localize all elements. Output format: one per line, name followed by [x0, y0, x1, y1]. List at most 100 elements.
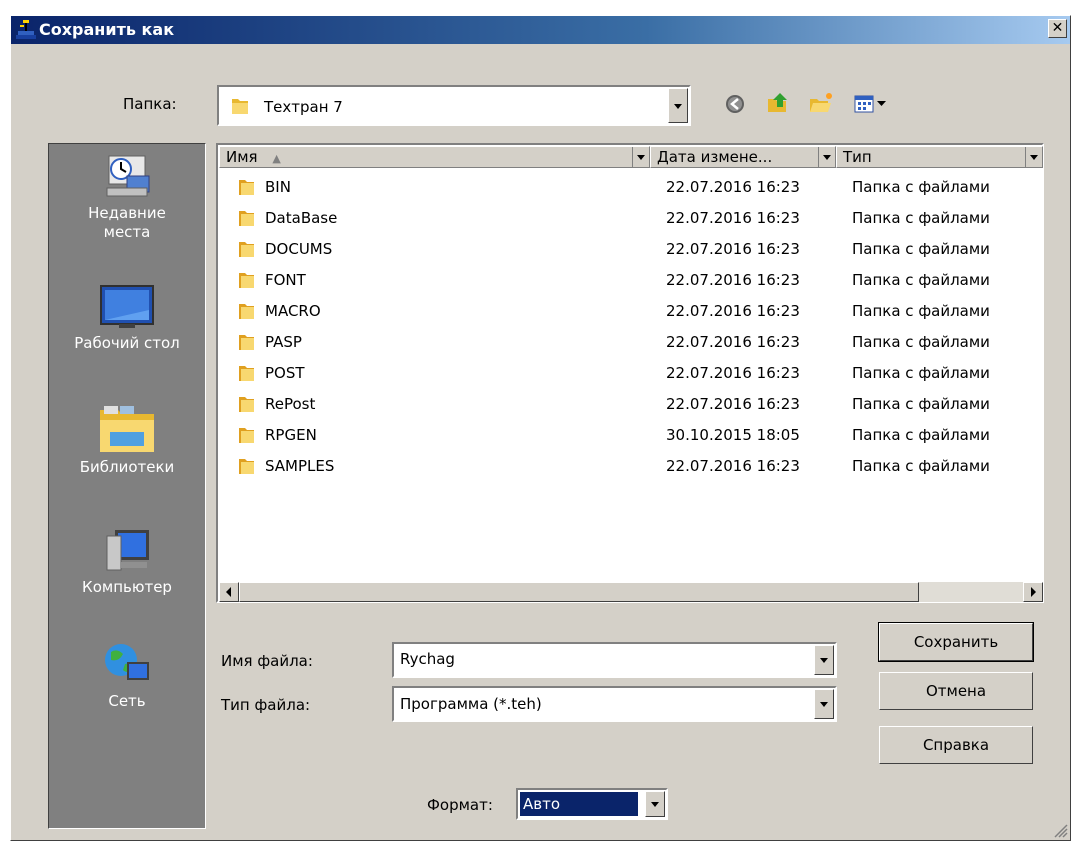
place-network[interactable]: Сеть	[49, 640, 205, 712]
libraries-icon	[100, 406, 154, 452]
table-row[interactable]: POST 22.07.2016 16:23 Папка с файлами	[219, 358, 1043, 389]
file-list[interactable]: Имя ▲ Дата измене... Тип BIN 22.07.2016 1…	[216, 143, 1044, 603]
place-computer[interactable]: Компьютер	[49, 526, 205, 598]
file-type: Папка с файлами	[852, 240, 990, 258]
table-row[interactable]: DOCUMS 22.07.2016 16:23 Папка с файлами	[219, 234, 1043, 265]
network-icon	[105, 644, 149, 684]
filetype-label: Тип файла:	[221, 696, 311, 714]
file-date: 22.07.2016 16:23	[666, 457, 800, 475]
table-row[interactable]: FONT 22.07.2016 16:23 Папка с файлами	[219, 265, 1043, 296]
file-name: SAMPLES	[265, 457, 335, 475]
file-date: 30.10.2015 18:05	[666, 426, 800, 444]
places-bar: Недавние места Рабочий стол Библиотеки К…	[48, 143, 206, 829]
folder-icon	[239, 335, 254, 350]
computer-icon	[106, 530, 149, 571]
column-header-name[interactable]: Имя ▲	[219, 146, 650, 168]
help-button[interactable]: Справка	[879, 726, 1033, 764]
sort-ascending-icon: ▲	[272, 152, 281, 165]
file-name: RePost	[265, 395, 316, 413]
folder-icon	[239, 180, 254, 195]
filename-input[interactable]	[400, 650, 800, 668]
table-row[interactable]: PASP 22.07.2016 16:23 Папка с файлами	[219, 327, 1043, 358]
filename-combo[interactable]	[392, 642, 837, 678]
file-date: 22.07.2016 16:23	[666, 395, 800, 413]
filetype-dropdown-button[interactable]	[814, 689, 834, 719]
file-date: 22.07.2016 16:23	[666, 271, 800, 289]
back-icon[interactable]	[724, 93, 746, 115]
scroll-left-button[interactable]	[219, 582, 239, 602]
title-bar[interactable]: Сохранить как ✕	[11, 16, 1070, 44]
folder-combo[interactable]: Техтран 7	[217, 85, 691, 126]
folder-dropdown-button[interactable]	[668, 88, 688, 123]
file-type: Папка с файлами	[852, 209, 990, 227]
filetype-value: Программа (*.teh)	[400, 695, 542, 713]
recent-places-icon	[106, 155, 150, 197]
save-button[interactable]: Сохранить	[878, 622, 1034, 662]
cancel-button[interactable]: Отмена	[879, 672, 1033, 710]
column-type-filter-button[interactable]	[1025, 147, 1042, 167]
scroll-right-button[interactable]	[1023, 582, 1043, 602]
file-name: MACRO	[265, 302, 321, 320]
table-row[interactable]: BIN 22.07.2016 16:23 Папка с файлами	[219, 172, 1043, 203]
column-name-label: Имя	[226, 148, 258, 166]
place-recent-label-1: Недавние	[88, 204, 166, 222]
folder-icon	[239, 366, 254, 381]
place-network-label: Сеть	[108, 692, 146, 710]
filetype-combo[interactable]: Программа (*.teh)	[392, 686, 837, 722]
place-desktop[interactable]: Рабочий стол	[49, 284, 205, 354]
folder-label: Папка:	[123, 95, 177, 113]
place-recent[interactable]: Недавние места	[49, 152, 205, 240]
table-row[interactable]: SAMPLES 22.07.2016 16:23 Папка с файлами	[219, 451, 1043, 482]
horizontal-scrollbar[interactable]	[219, 582, 1043, 602]
scroll-thumb[interactable]	[239, 582, 919, 602]
window-title: Сохранить как	[39, 20, 175, 39]
view-menu-button[interactable]	[853, 93, 889, 115]
resize-grip-icon[interactable]	[1052, 822, 1068, 838]
place-libraries[interactable]: Библиотеки	[49, 402, 205, 478]
place-libraries-label: Библиотеки	[79, 458, 175, 476]
column-date-label: Дата измене...	[657, 148, 773, 166]
desktop-icon	[100, 285, 154, 328]
table-row[interactable]: RePost 22.07.2016 16:23 Папка с файлами	[219, 389, 1043, 420]
up-folder-icon[interactable]	[766, 91, 790, 115]
format-combo[interactable]: Авто	[516, 788, 668, 820]
file-name: DataBase	[265, 209, 338, 227]
folder-icon	[239, 273, 254, 288]
folder-icon	[232, 99, 248, 114]
folder-current: Техтран 7	[264, 98, 343, 116]
file-type: Папка с файлами	[852, 395, 990, 413]
file-type: Папка с файлами	[852, 457, 990, 475]
column-name-filter-button[interactable]	[632, 147, 649, 167]
column-header-date[interactable]: Дата измене...	[650, 146, 836, 168]
file-name: DOCUMS	[265, 240, 333, 258]
filename-dropdown-button[interactable]	[814, 645, 834, 675]
file-type: Папка с файлами	[852, 333, 990, 351]
folder-icon	[239, 211, 254, 226]
file-type: Папка с файлами	[852, 271, 990, 289]
close-button[interactable]: ✕	[1048, 19, 1067, 38]
file-type: Папка с файлами	[852, 178, 990, 196]
folder-icon	[239, 304, 254, 319]
file-name: RPGEN	[265, 426, 317, 444]
table-row[interactable]: DataBase 22.07.2016 16:23 Папка с файлами	[219, 203, 1043, 234]
column-date-filter-button[interactable]	[818, 147, 835, 167]
folder-icon	[239, 459, 254, 474]
file-name: POST	[265, 364, 305, 382]
file-date: 22.07.2016 16:23	[666, 240, 800, 258]
folder-icon	[239, 242, 254, 257]
filename-label: Имя файла:	[221, 652, 313, 670]
new-folder-icon[interactable]	[808, 91, 834, 115]
format-dropdown-button[interactable]	[645, 791, 665, 817]
file-name: BIN	[265, 178, 291, 196]
file-date: 22.07.2016 16:23	[666, 364, 800, 382]
file-date: 22.07.2016 16:23	[666, 302, 800, 320]
format-value: Авто	[520, 792, 638, 816]
format-label: Формат:	[427, 796, 493, 814]
table-row[interactable]: MACRO 22.07.2016 16:23 Папка с файлами	[219, 296, 1043, 327]
table-row[interactable]: RPGEN 30.10.2015 18:05 Папка с файлами	[219, 420, 1043, 451]
file-type: Папка с файлами	[852, 426, 990, 444]
file-date: 22.07.2016 16:23	[666, 209, 800, 227]
column-header-type[interactable]: Тип	[836, 146, 1043, 168]
column-type-label: Тип	[843, 148, 872, 166]
place-desktop-label: Рабочий стол	[74, 334, 180, 352]
